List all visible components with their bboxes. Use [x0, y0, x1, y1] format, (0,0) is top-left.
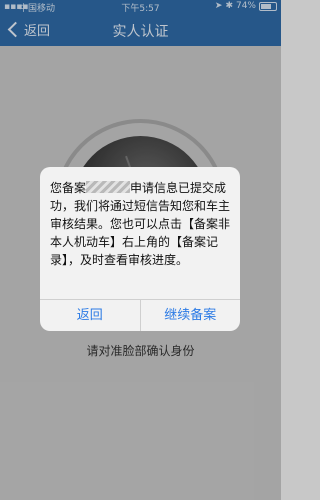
dialog-message: 您备案 申请信息已提交成功，我们将通过短信告知您和车主审核结果。您也可以点击【备案…	[50, 179, 230, 269]
dialog-button-bar: 返回 继续备案	[40, 299, 240, 331]
message-prefix: 您备案	[50, 181, 87, 195]
dialog-back-button[interactable]: 返回	[40, 300, 140, 331]
redacted-plate	[86, 181, 131, 193]
alert-dialog: 您备案 申请信息已提交成功，我们将通过短信告知您和车主审核结果。您也可以点击【备案…	[40, 167, 240, 331]
continue-filing-button[interactable]: 继续备案	[139, 300, 241, 331]
